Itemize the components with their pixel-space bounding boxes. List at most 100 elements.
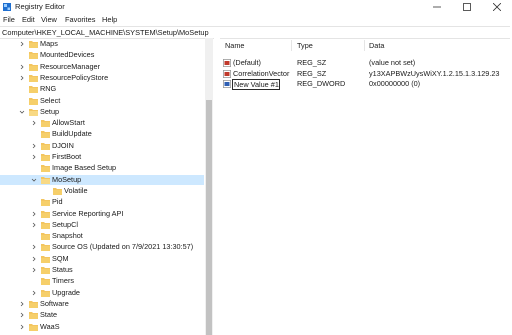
folder-open-icon xyxy=(41,176,50,184)
tree-item[interactable]: MountedDevices xyxy=(0,50,204,60)
tree-item[interactable]: SetupCl xyxy=(0,220,204,230)
chevron-right-icon[interactable] xyxy=(31,244,37,250)
pane-splitter[interactable] xyxy=(214,38,220,335)
column-divider[interactable] xyxy=(364,40,365,51)
chevron-right-icon[interactable] xyxy=(19,312,25,318)
menu-edit[interactable]: Edit xyxy=(22,15,35,25)
tree-item[interactable]: DJOIN xyxy=(0,141,204,151)
registry-key-tree[interactable]: Maps MountedDevices ResourceManager Resourc… xyxy=(0,38,205,335)
folder-icon xyxy=(29,63,38,71)
tree-item-label: DJOIN xyxy=(52,140,74,150)
values-pane[interactable]: Name Type Data (Default) REG_SZ (value not… xyxy=(221,38,512,335)
chevron-right-icon[interactable] xyxy=(19,324,25,330)
value-name: CorrelationVector xyxy=(233,68,290,78)
column-header-type[interactable]: Type xyxy=(297,41,313,51)
tree-item[interactable]: Snapshot xyxy=(0,231,204,241)
menu-view[interactable]: View xyxy=(41,15,57,25)
tree-item-label: ResourcePolicyStore xyxy=(40,72,109,82)
maximize-button[interactable] xyxy=(452,0,482,14)
folder-icon xyxy=(41,244,50,252)
chevron-right-icon[interactable] xyxy=(31,143,37,149)
value-row[interactable]: New Value #1 REG_DWORD 0x00000000 (0) xyxy=(221,79,511,90)
tree-item[interactable]: ResourcePolicyStore xyxy=(0,73,204,83)
chevron-right-icon[interactable] xyxy=(31,211,37,217)
tree-item[interactable]: Status xyxy=(0,265,204,275)
tree-item-label: RNG xyxy=(40,84,57,94)
tree-item-label: Service Reporting API xyxy=(52,208,124,218)
folder-icon xyxy=(41,210,50,218)
close-button[interactable] xyxy=(482,0,512,14)
tree-item-label: Status xyxy=(52,265,73,274)
tree-item-label: MoSetup xyxy=(52,174,82,184)
close-icon xyxy=(493,3,501,11)
tree-item[interactable]: ResourceManager xyxy=(0,62,204,72)
chevron-right-icon[interactable] xyxy=(31,154,37,160)
menu-file[interactable]: File xyxy=(3,15,15,25)
chevron-right-icon[interactable] xyxy=(19,75,25,81)
menu-help[interactable]: Help xyxy=(102,15,117,25)
column-header-name[interactable]: Name xyxy=(225,41,244,51)
chevron-right-icon[interactable] xyxy=(31,267,37,273)
tree-scrollbar-thumb[interactable] xyxy=(206,100,212,335)
column-divider[interactable] xyxy=(291,40,292,51)
value-type: REG_DWORD xyxy=(297,79,346,88)
minimize-button[interactable] xyxy=(422,0,452,14)
chevron-right-icon[interactable] xyxy=(31,290,37,296)
value-type: REG_SZ xyxy=(297,68,327,78)
folder-icon xyxy=(41,154,50,161)
tree-item[interactable]: Timers xyxy=(0,276,204,286)
tree-item-label: Snapshot xyxy=(52,231,83,241)
tree-item[interactable]: BuildUpdate xyxy=(0,129,204,139)
tree-item[interactable]: Service Reporting API xyxy=(0,209,204,219)
tree-item[interactable]: Image Based Setup xyxy=(0,163,204,173)
tree-item[interactable]: Volatile xyxy=(0,186,204,196)
tree-item[interactable]: Pid xyxy=(0,197,204,207)
chevron-down-icon[interactable] xyxy=(31,177,37,183)
menu-favorites[interactable]: Favorites xyxy=(65,15,95,25)
value-row[interactable]: CorrelationVector REG_SZ y13XAPBWzUysWiXY.… xyxy=(221,69,511,79)
tree-item[interactable]: Software xyxy=(0,299,204,309)
tree-item[interactable]: RNG xyxy=(0,84,204,94)
chevron-right-icon[interactable] xyxy=(19,41,25,47)
value-data: 0x00000000 (0) xyxy=(369,79,421,88)
tree-item[interactable]: Maps xyxy=(0,39,204,49)
chevron-right-icon[interactable] xyxy=(19,301,25,307)
tree-item[interactable]: Upgrade xyxy=(0,288,204,298)
folder-icon xyxy=(41,165,50,173)
tree-item-label: State xyxy=(40,310,58,320)
tree-item[interactable]: AllowStart xyxy=(0,118,204,128)
chevron-right-icon[interactable] xyxy=(19,64,25,70)
tree-item-label: Source OS (Updated on 7/9/2021 13:30:57) xyxy=(52,242,194,252)
tree-item-selected[interactable]: MoSetup xyxy=(0,174,204,185)
title-bar: Registry Editor xyxy=(0,0,512,14)
chevron-right-icon[interactable] xyxy=(31,222,37,228)
value-name: New Value #1 xyxy=(234,80,279,89)
tree-item-label: FirstBoot xyxy=(52,152,82,161)
tree-item[interactable]: WaaS xyxy=(0,322,204,332)
chevron-right-icon[interactable] xyxy=(31,120,37,126)
window-title: Registry Editor xyxy=(15,2,65,11)
folder-icon xyxy=(53,187,62,195)
value-row[interactable]: (Default) REG_SZ (value not set) xyxy=(221,58,511,68)
tree-item-label: Image Based Setup xyxy=(52,163,117,173)
folder-icon xyxy=(41,131,50,139)
tree-item[interactable]: Select xyxy=(0,96,204,106)
value-name: (Default) xyxy=(233,58,261,67)
tree-item[interactable]: SQM xyxy=(0,254,204,264)
string-value-icon xyxy=(223,69,231,78)
address-path[interactable]: Computer\HKEY_LOCAL_MACHINE\SYSTEM\Setup… xyxy=(2,28,209,38)
column-header-data[interactable]: Data xyxy=(369,41,384,51)
tree-item[interactable]: Source OS (Updated on 7/9/2021 13:30:57) xyxy=(0,242,204,252)
folder-icon xyxy=(41,255,50,263)
tree-item[interactable]: FirstBoot xyxy=(0,152,204,162)
tree-item[interactable]: Setup xyxy=(0,107,204,117)
maximize-icon xyxy=(463,3,471,11)
tree-item[interactable]: State xyxy=(0,310,204,320)
folder-icon xyxy=(41,289,50,297)
tree-item-label: Maps xyxy=(40,39,58,48)
rename-value-input[interactable]: New Value #1 xyxy=(232,79,280,90)
tree-item-label: SQM xyxy=(52,253,69,263)
chevron-down-icon[interactable] xyxy=(19,109,25,115)
chevron-right-icon[interactable] xyxy=(31,256,37,262)
value-data: (value not set) xyxy=(369,58,416,67)
